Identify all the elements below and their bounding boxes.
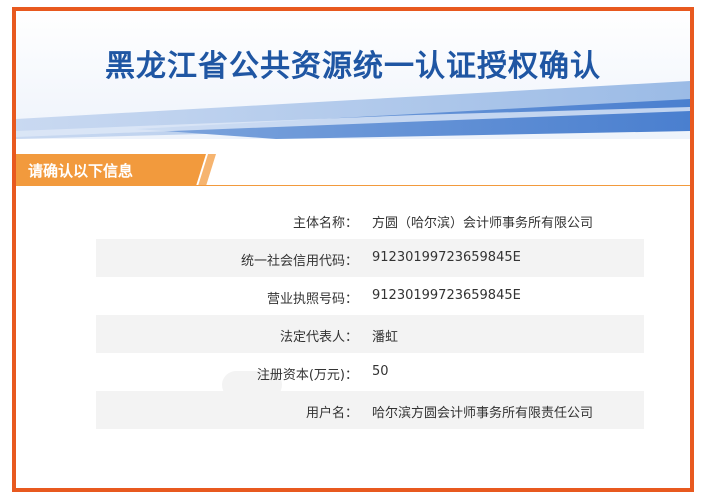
field-row-license-number: 营业执照号码： 91230199723659845E [96, 277, 644, 315]
field-label: 主体名称： [292, 216, 358, 231]
field-row-credit-code: 统一社会信用代码： 91230199723659845E [96, 239, 644, 277]
section-divider [16, 185, 690, 186]
info-list: 主体名称： 方圆（哈尔滨）会计师事务所有限公司 统一社会信用代码： 912301… [96, 201, 644, 429]
field-value: 潘虹 [372, 330, 399, 345]
field-value: 50 [372, 364, 389, 379]
section-header: 请确认以下信息 [16, 154, 690, 186]
field-row-registered-capital: 注册资本(万元)： 50 [96, 353, 644, 391]
field-label: 用户名： [305, 406, 358, 421]
page-title: 黑龙江省公共资源统一认证授权确认 [105, 49, 601, 84]
field-value: 方圆（哈尔滨）会计师事务所有限公司 [372, 216, 594, 231]
field-row-username: 用户名： 哈尔滨方圆会计师事务所有限责任公司 [96, 391, 644, 429]
field-value: 91230199723659845E [372, 250, 521, 265]
section-title: 请确认以下信息 [28, 162, 134, 180]
field-label: 注册资本(万元)： [256, 368, 358, 383]
header-banner: 黑龙江省公共资源统一认证授权确认 [16, 11, 690, 139]
field-value: 91230199723659845E [372, 288, 521, 303]
field-label: 营业执照号码： [266, 292, 358, 307]
field-label: 统一社会信用代码： [240, 254, 358, 269]
field-row-legal-representative: 法定代表人： 潘虹 [96, 315, 644, 353]
field-label: 法定代表人： [279, 330, 358, 345]
field-value: 哈尔滨方圆会计师事务所有限责任公司 [372, 406, 594, 421]
field-row-entity-name: 主体名称： 方圆（哈尔滨）会计师事务所有限公司 [96, 201, 644, 239]
auth-confirm-panel: 黑龙江省公共资源统一认证授权确认 请确认以下信息 主体名称： 方圆（哈尔滨）会计… [12, 7, 694, 492]
